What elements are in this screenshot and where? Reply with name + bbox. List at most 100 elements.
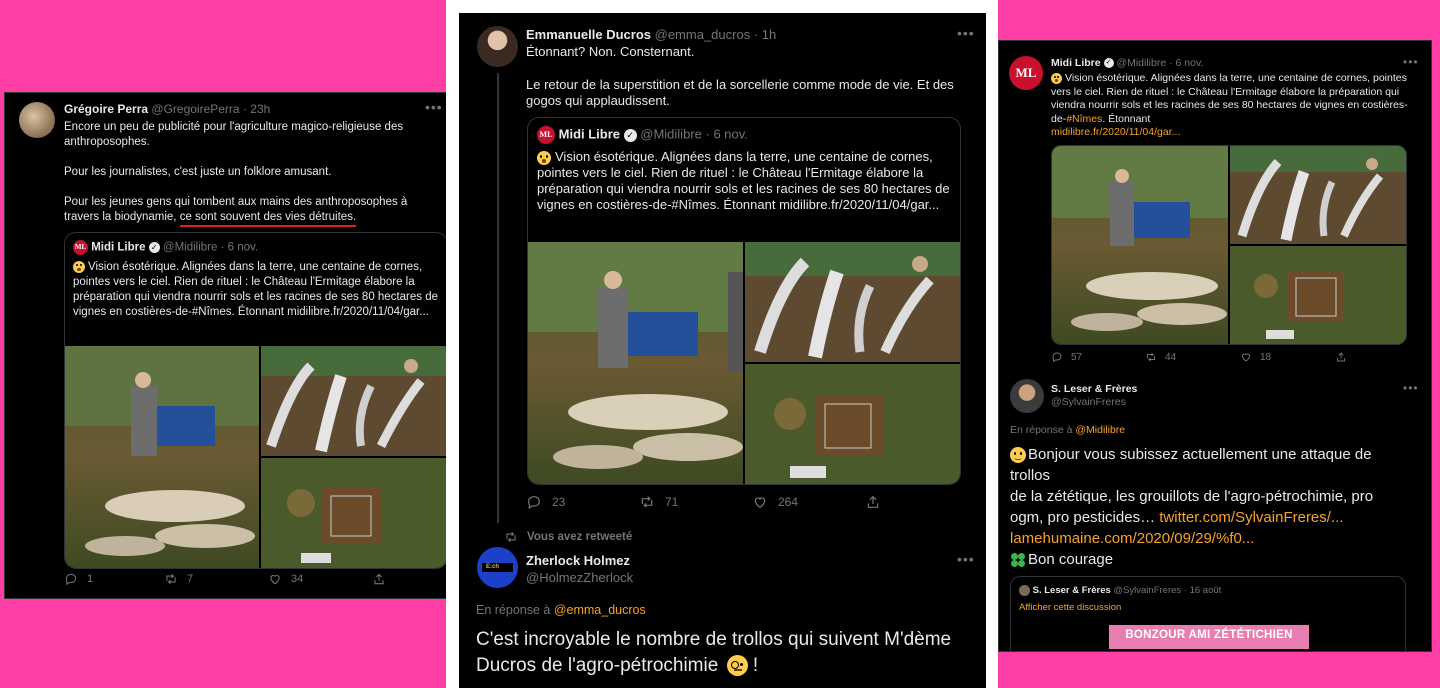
hashtag-link[interactable]: #Nîmes — [1066, 113, 1102, 125]
in-reply-handle-link[interactable]: @emma_ducros — [554, 603, 646, 617]
media-image-3[interactable] — [261, 458, 447, 568]
reply-count: 1 — [87, 573, 94, 585]
quote-text: Vision ésotérique. Alignées dans la terr… — [73, 260, 439, 320]
like-count: 264 — [778, 495, 799, 509]
underlined-text: ce sont souvent des vies détruites. — [179, 211, 357, 227]
quote-header: S. Leser & Frères @SylvainFreres · 16 ao… — [1019, 585, 1221, 596]
share-button[interactable] — [372, 572, 386, 586]
tweet-card-middle: Emmanuelle Ducros @emma_ducros · 1h ••• … — [446, 0, 998, 688]
avatar[interactable] — [1010, 379, 1044, 413]
reply-button[interactable]: 23 — [526, 494, 639, 510]
face-with-monocle-emoji-icon — [726, 655, 748, 677]
midi-libre-logo-icon: ML — [73, 240, 88, 255]
in-reply-handle-link[interactable]: @Midilibre — [1075, 424, 1125, 436]
reply-link-2[interactable]: lamehumaine.com/2020/09/29/%f0... — [1010, 530, 1254, 547]
tweet-time[interactable]: · 1h — [754, 27, 776, 42]
quoted-tweet[interactable]: S. Leser & Frères @SylvainFreres · 16 ao… — [1010, 576, 1406, 651]
article-link[interactable]: midilibre.fr/2020/11/04/gar... — [1051, 126, 1180, 138]
media-image-2[interactable] — [745, 242, 960, 362]
share-button[interactable] — [1335, 351, 1347, 363]
reply-count: 57 — [1071, 351, 1083, 363]
tweet-card-right: ML Midi Libre ✓ @Midilibre · 6 nov. ••• … — [998, 40, 1432, 652]
retweet-button[interactable]: 44 — [1145, 351, 1240, 363]
retweet-icon — [504, 530, 518, 544]
reply-button[interactable]: 57 — [1051, 351, 1145, 363]
verified-badge-icon: ✓ — [1103, 58, 1114, 69]
more-options-icon[interactable]: ••• — [957, 551, 975, 567]
tweet-card-left: Grégoire Perra @GregoirePerra · 23h ••• … — [4, 92, 448, 599]
share-button[interactable] — [865, 494, 881, 510]
tweet-text-end: . Étonnant — [1102, 112, 1151, 125]
quote-image[interactable]: BONZOUR AMI ZÉTÉTICHIEN — [1109, 625, 1309, 649]
media-image-3[interactable] — [1230, 246, 1406, 344]
tweet-date[interactable]: · 6 nov. — [1169, 57, 1203, 69]
more-options-icon[interactable]: ••• — [1403, 55, 1419, 69]
author-handle[interactable]: @GregoirePerra — [151, 102, 239, 116]
media-image-3[interactable] — [745, 364, 960, 484]
reply-button[interactable]: 1 — [64, 572, 164, 586]
reply-author-name[interactable]: S. Leser & Frères — [1051, 383, 1137, 396]
tweet-paragraph: Le retour de la superstition et de la so… — [526, 76, 954, 109]
quoted-tweet[interactable]: ML Midi Libre ✓ @Midilibre · 6 nov. Visi… — [64, 232, 447, 569]
midi-libre-logo-icon[interactable]: ML — [1009, 56, 1043, 90]
reply-text: C'est incroyable le nombre de trollos qu… — [476, 627, 976, 679]
quote-date: · 16 août — [1183, 585, 1222, 597]
retweet-icon — [164, 572, 178, 586]
show-thread-link[interactable]: Afficher cette discussion — [1019, 602, 1121, 613]
retweet-count: 44 — [1165, 351, 1177, 363]
in-reply-to: En réponse à @emma_ducros — [476, 603, 646, 617]
author-name[interactable]: Grégoire Perra — [64, 102, 148, 116]
like-button[interactable]: 264 — [752, 494, 865, 510]
reply-author-name[interactable]: Zherlock Holmez — [526, 552, 633, 569]
quote-header: ML Midi Libre ✓ @Midilibre · 6 nov. — [537, 126, 748, 144]
in-reply-prefix: En réponse à — [1010, 424, 1076, 436]
tweet-paragraph: Encore un peu de publicité pour l'agricu… — [64, 121, 404, 148]
quote-author-name: Midi Libre — [91, 241, 146, 254]
more-options-icon[interactable]: ••• — [1403, 381, 1419, 395]
author-name[interactable]: Emmanuelle Ducros — [526, 27, 651, 42]
reply-author-handle[interactable]: @HolmezZherlock — [526, 569, 633, 586]
tweet-actions: 23 71 264 — [526, 494, 881, 510]
reply-text-body: C'est incroyable le nombre de trollos qu… — [476, 629, 952, 676]
tweet-actions: 57 44 18 — [1051, 351, 1347, 363]
reply-count: 23 — [552, 495, 566, 509]
quote-header: ML Midi Libre ✓ @Midilibre · 6 nov. — [73, 240, 258, 255]
author-handle[interactable]: @emma_ducros — [655, 27, 751, 42]
quoted-tweet[interactable]: ML Midi Libre ✓ @Midilibre · 6 nov. Visi… — [527, 117, 961, 485]
quote-date: · 6 nov. — [705, 126, 748, 142]
retweet-button[interactable]: 71 — [639, 494, 752, 510]
retweet-count: 7 — [187, 573, 194, 585]
quote-text-body: Vision ésotérique. Alignées dans la terr… — [537, 149, 950, 212]
reply-link-1[interactable]: twitter.com/SylvainFreres/... — [1159, 509, 1343, 526]
media-image-1[interactable] — [65, 346, 259, 568]
retweet-context: Vous avez retweeté — [526, 530, 632, 544]
logo-text: ML — [1015, 65, 1037, 80]
reply-author-handle[interactable]: @SylvainFreres — [1051, 396, 1137, 409]
like-button[interactable]: 34 — [268, 572, 372, 586]
retweet-button[interactable]: 7 — [164, 572, 268, 586]
quote-author-handle: @SylvainFreres — [1113, 585, 1182, 597]
slightly-smiling-face-emoji-icon — [1010, 447, 1026, 464]
tweet-text: Vision ésotérique. Alignées dans la terr… — [1051, 72, 1411, 140]
midi-libre-logo-icon: ML — [537, 126, 555, 144]
more-options-icon[interactable]: ••• — [425, 99, 443, 115]
astonished-face-emoji-icon — [73, 260, 85, 273]
like-count: 18 — [1260, 351, 1272, 363]
more-options-icon[interactable]: ••• — [957, 25, 975, 41]
avatar[interactable] — [477, 26, 518, 67]
media-image-1[interactable] — [528, 242, 743, 484]
author-handle[interactable]: @Midilibre — [1116, 57, 1166, 69]
tweet-paragraph: Pour les jeunes gens qui tombent aux mai… — [64, 195, 424, 227]
media-image-1[interactable] — [1052, 146, 1228, 344]
tweet-time[interactable]: · 23h — [243, 102, 270, 116]
avatar[interactable]: E:ch — [477, 547, 518, 588]
retweet-count: 71 — [665, 495, 679, 509]
media-image-2[interactable] — [261, 346, 447, 456]
in-reply-to: En réponse à @Midilibre — [1010, 424, 1125, 436]
reply-icon — [1051, 351, 1063, 363]
avatar[interactable] — [19, 102, 55, 138]
media-image-2[interactable] — [1230, 146, 1406, 244]
avatar — [1019, 585, 1030, 596]
like-button[interactable]: 18 — [1240, 351, 1335, 363]
author-name[interactable]: Midi Libre — [1051, 57, 1101, 69]
